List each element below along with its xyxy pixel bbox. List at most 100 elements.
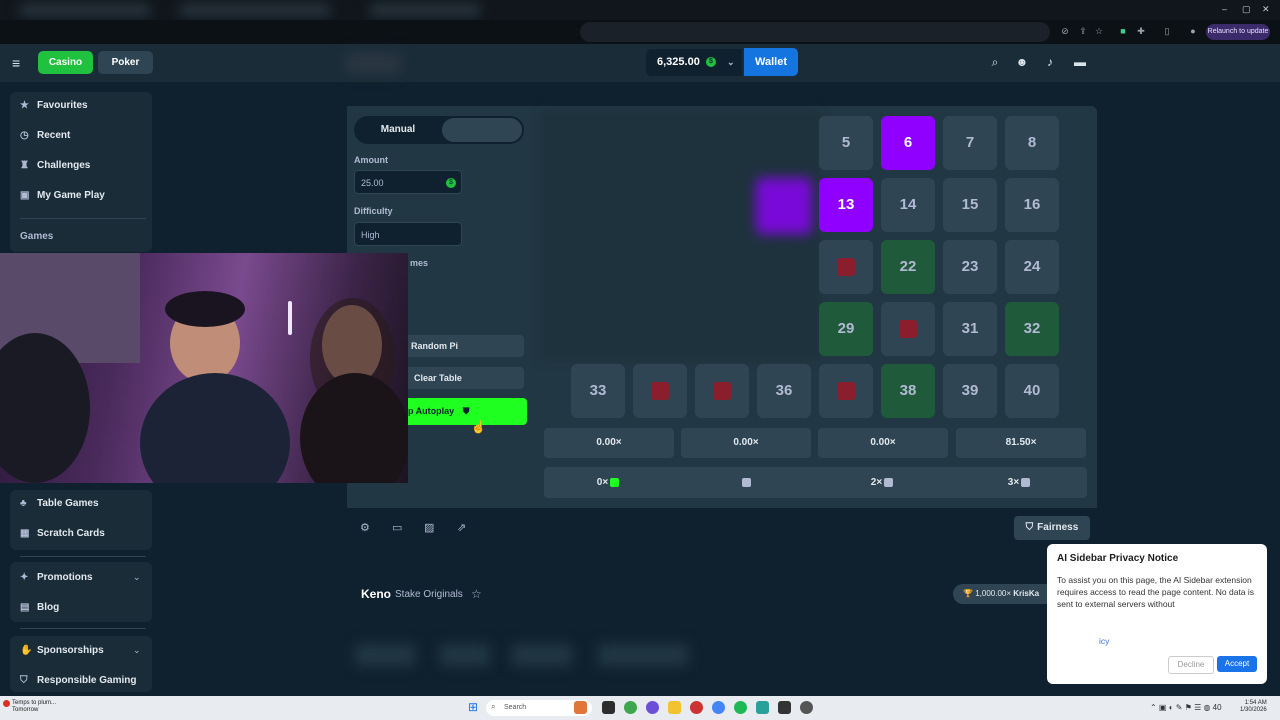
poker-button[interactable]: Poker — [98, 51, 153, 74]
tab-blurred[interactable] — [512, 644, 572, 666]
random-pick-button[interactable]: Random Pi — [404, 335, 524, 357]
keno-tile[interactable]: 16 — [1005, 178, 1059, 232]
difficulty-select[interactable]: High — [354, 222, 462, 246]
app-icon[interactable] — [646, 701, 659, 714]
search-icon[interactable]: ⌕ — [988, 55, 1002, 69]
fairness-button[interactable]: ⛉ Fairness — [1014, 516, 1090, 540]
keno-tile[interactable]: 22 — [881, 240, 935, 294]
keno-tile[interactable]: 38 — [881, 364, 935, 418]
app-icon[interactable] — [602, 701, 615, 714]
clear-table-button[interactable]: Clear Table — [404, 367, 524, 389]
app-icon[interactable] — [624, 701, 637, 714]
keno-tile[interactable]: 31 — [943, 302, 997, 356]
keno-tile[interactable]: 24 — [1005, 240, 1059, 294]
game-provider[interactable]: Stake Originals — [395, 589, 463, 600]
app-icon[interactable] — [800, 701, 813, 714]
start-icon[interactable]: ⊞ — [468, 701, 478, 714]
privacy-policy-link[interactable]: icy — [1099, 636, 1109, 646]
stop-autoplay-button[interactable]: p Autoplay ⛊ — [402, 398, 527, 425]
sidebar-item-responsible-gaming[interactable]: ⛉ Responsible Gaming — [20, 675, 136, 686]
keno-tile[interactable]: 13 — [819, 178, 873, 232]
casino-button[interactable]: Casino — [38, 51, 93, 74]
keno-tile[interactable]: 5 — [819, 116, 873, 170]
amount-input[interactable]: 25.00 $ — [354, 170, 462, 194]
sidebar-item-sponsorships[interactable]: ✋ Sponsorships — [20, 645, 104, 656]
keno-tile[interactable]: 8 — [1005, 116, 1059, 170]
favourite-star-icon[interactable]: ☆ — [471, 587, 482, 601]
sidebar-item-my-game-play[interactable]: ▣ My Game Play — [20, 190, 105, 201]
relaunch-button[interactable]: Relaunch to update — [1206, 24, 1270, 40]
settings-icon[interactable]: ⚙ — [360, 521, 370, 534]
sidebar-icon[interactable]: ▯ — [1162, 26, 1172, 36]
address-bar[interactable] — [580, 22, 1050, 42]
close-icon[interactable]: ✕ — [1262, 4, 1270, 15]
accept-button[interactable]: Accept — [1217, 656, 1257, 672]
chat-icon[interactable]: ▬ — [1073, 55, 1087, 69]
extension-icon[interactable]: ■ — [1118, 26, 1128, 36]
app-icon[interactable] — [574, 701, 587, 714]
keno-tile[interactable]: 15 — [943, 178, 997, 232]
tab-manual[interactable]: Manual — [356, 118, 440, 142]
weather-alert-icon[interactable] — [3, 700, 10, 707]
weather-widget[interactable]: Temps to plum... Tomorrow — [12, 700, 56, 714]
tab-blurred[interactable] — [440, 644, 490, 666]
tray-icons[interactable]: ⌃ ▣ ◐ ✎ ⚑ ☰ ◍ 40 — [1150, 703, 1222, 712]
chevron-down-icon[interactable]: ⌄ — [133, 572, 141, 583]
payout-item[interactable]: 0× — [578, 467, 638, 498]
tab-blurred[interactable] — [598, 644, 688, 666]
balance-display[interactable]: 6,325.00 $ ⌄ — [646, 49, 742, 76]
keno-tile[interactable]: 7 — [943, 116, 997, 170]
sidebar-item-favourites[interactable]: ★ Favourites — [20, 100, 88, 111]
sidebar-item-scratch-cards[interactable]: ▦ Scratch Cards — [20, 528, 105, 539]
sidebar-item-promotions[interactable]: ✦ Promotions — [20, 572, 93, 583]
keno-tile[interactable]: 29 — [819, 302, 873, 356]
sidebar-item-challenges[interactable]: ♜ Challenges — [20, 160, 90, 171]
user-icon[interactable]: ☻ — [1015, 55, 1029, 69]
browser-tab[interactable] — [180, 4, 330, 16]
chevron-down-icon[interactable]: ⌄ — [133, 645, 141, 656]
keno-tile[interactable] — [633, 364, 687, 418]
keno-tile[interactable] — [819, 364, 873, 418]
app-icon[interactable] — [668, 701, 681, 714]
chrome-icon[interactable] — [712, 701, 725, 714]
decline-button[interactable]: Decline — [1168, 656, 1214, 674]
minimize-icon[interactable]: – — [1222, 4, 1227, 14]
keno-tile[interactable]: 14 — [881, 178, 935, 232]
sidebar-item-blog[interactable]: ▤ Blog — [20, 602, 59, 613]
keno-tile[interactable]: 32 — [1005, 302, 1059, 356]
sidebar-item-recent[interactable]: ◷ Recent — [20, 130, 70, 141]
profile-avatar-icon[interactable]: ● — [1188, 26, 1198, 36]
bookmark-star-icon[interactable]: ☆ — [1094, 26, 1104, 36]
payout-item[interactable] — [715, 467, 775, 498]
keno-tile[interactable]: 33 — [571, 364, 625, 418]
keno-tile[interactable] — [881, 302, 935, 356]
terminal-icon[interactable] — [778, 701, 791, 714]
keno-tile[interactable]: 40 — [1005, 364, 1059, 418]
tab-auto[interactable] — [442, 118, 522, 142]
app-icon[interactable] — [756, 701, 769, 714]
stats-icon[interactable]: ▨ — [424, 521, 434, 534]
browser-tab[interactable] — [370, 4, 480, 16]
app-icon[interactable] — [690, 701, 703, 714]
tab-blurred[interactable] — [355, 644, 415, 666]
keno-tile[interactable] — [695, 364, 749, 418]
share-icon[interactable]: ⇪ — [1078, 26, 1088, 36]
keno-tile[interactable]: 6 — [881, 116, 935, 170]
spotify-icon[interactable] — [734, 701, 747, 714]
theatre-mode-icon[interactable]: ▭ — [392, 521, 402, 534]
puzzle-icon[interactable]: ✚ — [1136, 26, 1146, 36]
sidebar-games-header[interactable]: Games — [20, 231, 53, 242]
wallet-button[interactable]: Wallet — [744, 48, 798, 76]
maximize-icon[interactable]: ▢ — [1242, 4, 1251, 15]
keno-tile[interactable]: 36 — [757, 364, 811, 418]
keno-tile[interactable]: 39 — [943, 364, 997, 418]
payout-item[interactable]: 3× — [989, 467, 1049, 498]
menu-icon[interactable]: ≡ — [12, 55, 20, 71]
bell-icon[interactable]: ♪ — [1043, 55, 1057, 69]
browser-tab[interactable] — [20, 4, 150, 16]
popout-icon[interactable]: ⇗ — [457, 521, 466, 534]
payout-item[interactable]: 2× — [852, 467, 912, 498]
taskbar-clock[interactable]: 1:54 AM 1/30/2026 — [1240, 700, 1267, 714]
eye-off-icon[interactable]: ⊘ — [1060, 26, 1070, 36]
keno-tile[interactable] — [819, 240, 873, 294]
